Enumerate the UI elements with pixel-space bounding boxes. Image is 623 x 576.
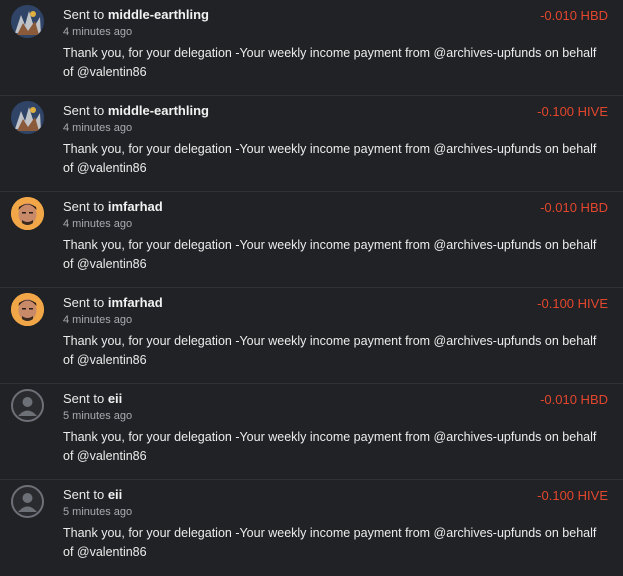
- amount: -0.100 HIVE: [537, 104, 608, 119]
- amount: -0.100 HIVE: [537, 488, 608, 503]
- transaction-item: Sent to imfarhad 4 minutes ago -0.100 HI…: [0, 288, 623, 384]
- middle-earthling-avatar[interactable]: [11, 101, 44, 134]
- transaction-title: Sent to eii: [63, 391, 122, 406]
- recipient-link[interactable]: imfarhad: [108, 199, 163, 214]
- timestamp: 4 minutes ago: [63, 26, 133, 38]
- memo-text: Thank you, for your delegation -Your wee…: [63, 238, 597, 271]
- default-user-avatar[interactable]: [11, 389, 44, 422]
- transaction-title: Sent to middle-earthling: [63, 7, 209, 22]
- transaction-title: Sent to eii: [63, 487, 122, 502]
- transaction-title: Sent to imfarhad: [63, 199, 163, 214]
- recipient-link[interactable]: eii: [108, 487, 122, 502]
- transaction-item: Sent to eii 5 minutes ago -0.010 HBD Tha…: [0, 384, 623, 480]
- recipient-link[interactable]: eii: [108, 391, 122, 406]
- transaction-item: Sent to eii 5 minutes ago -0.100 HIVE Th…: [0, 480, 623, 576]
- title-prefix: Sent to: [63, 391, 105, 406]
- transaction-item: Sent to middle-earthling 4 minutes ago -…: [0, 96, 623, 192]
- amount: -0.010 HBD: [540, 8, 608, 23]
- default-user-avatar[interactable]: [11, 485, 44, 518]
- recipient-link[interactable]: middle-earthling: [108, 103, 209, 118]
- transaction-title: Sent to middle-earthling: [63, 103, 209, 118]
- transaction-item: Sent to imfarhad 4 minutes ago -0.010 HB…: [0, 192, 623, 288]
- memo-text: Thank you, for your delegation -Your wee…: [63, 142, 597, 175]
- timestamp: 5 minutes ago: [63, 506, 133, 518]
- memo-text: Thank you, for your delegation -Your wee…: [63, 526, 597, 559]
- amount: -0.010 HBD: [540, 392, 608, 407]
- title-prefix: Sent to: [63, 7, 105, 22]
- title-prefix: Sent to: [63, 103, 105, 118]
- transaction-item: Sent to middle-earthling 4 minutes ago -…: [0, 0, 623, 96]
- amount: -0.010 HBD: [540, 200, 608, 215]
- timestamp: 4 minutes ago: [63, 218, 133, 230]
- timestamp: 5 minutes ago: [63, 410, 133, 422]
- transaction-list: Sent to middle-earthling 4 minutes ago -…: [0, 0, 623, 576]
- recipient-link[interactable]: middle-earthling: [108, 7, 209, 22]
- memo-text: Thank you, for your delegation -Your wee…: [63, 334, 597, 367]
- imfarhad-avatar[interactable]: [11, 293, 44, 326]
- memo-text: Thank you, for your delegation -Your wee…: [63, 430, 597, 463]
- title-prefix: Sent to: [63, 295, 105, 310]
- timestamp: 4 minutes ago: [63, 314, 133, 326]
- middle-earthling-avatar[interactable]: [11, 5, 44, 38]
- transaction-title: Sent to imfarhad: [63, 295, 163, 310]
- timestamp: 4 minutes ago: [63, 122, 133, 134]
- title-prefix: Sent to: [63, 487, 105, 502]
- imfarhad-avatar[interactable]: [11, 197, 44, 230]
- title-prefix: Sent to: [63, 199, 105, 214]
- memo-text: Thank you, for your delegation -Your wee…: [63, 46, 597, 79]
- recipient-link[interactable]: imfarhad: [108, 295, 163, 310]
- amount: -0.100 HIVE: [537, 296, 608, 311]
